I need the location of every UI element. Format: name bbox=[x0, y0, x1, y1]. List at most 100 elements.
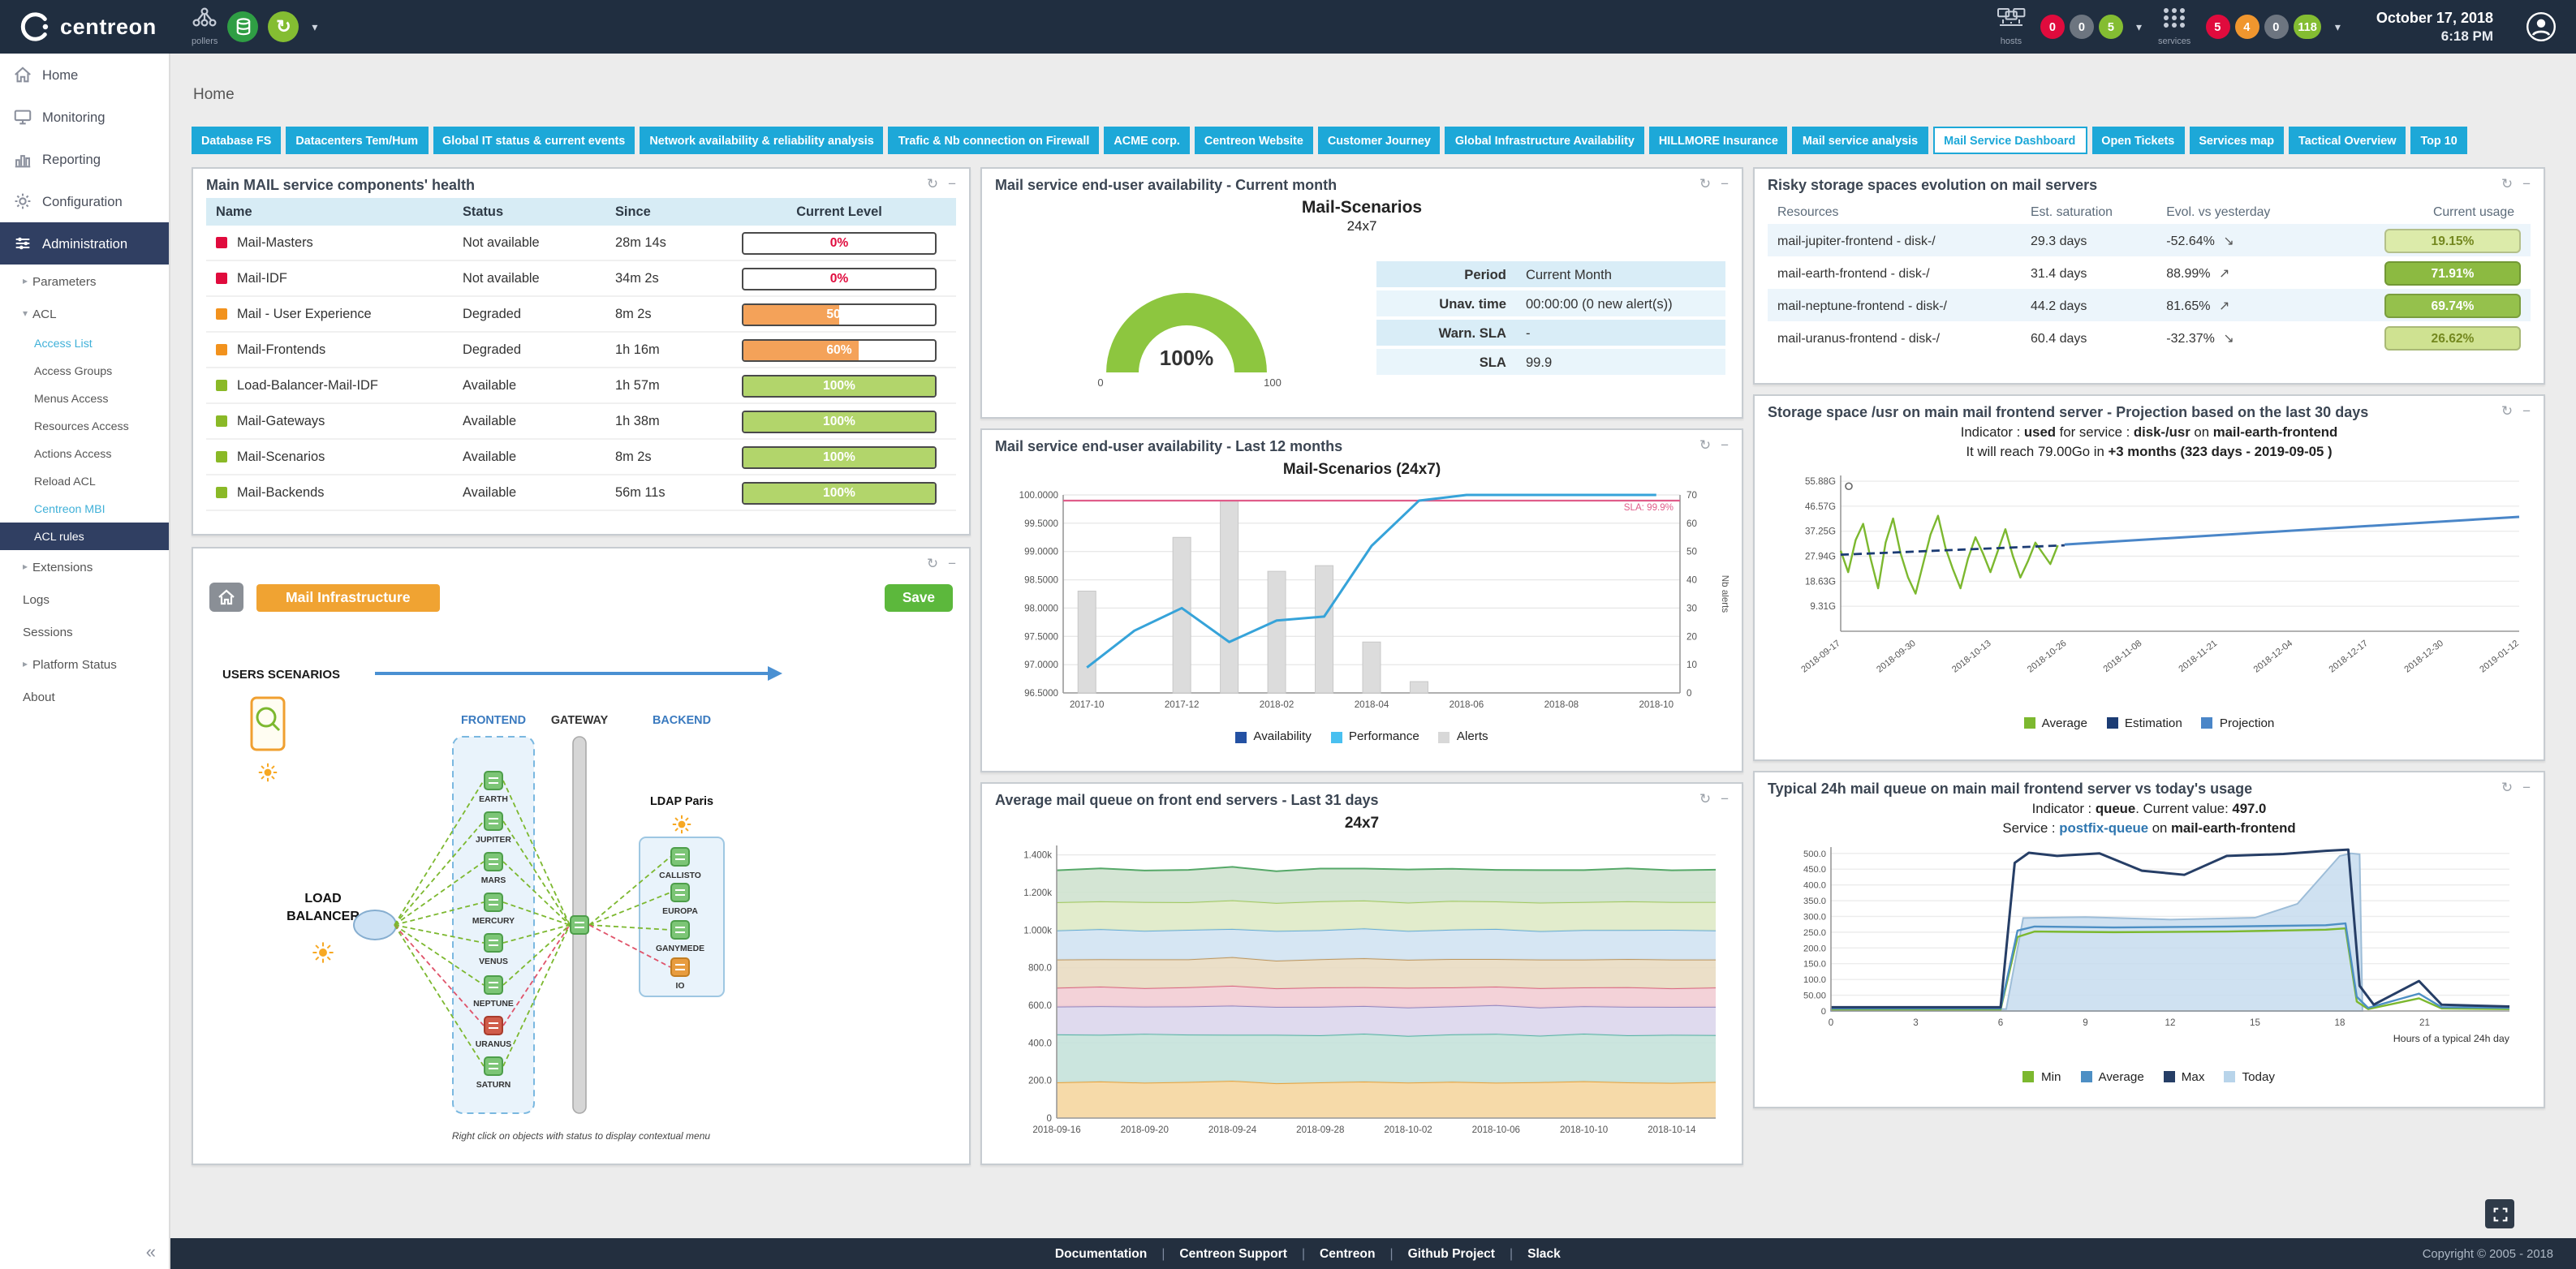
widget-title: Mail service end-user availability - Cur… bbox=[995, 176, 1337, 192]
minimize-icon[interactable]: − bbox=[2522, 175, 2531, 193]
refresh-icon[interactable]: ↻ bbox=[1699, 790, 1711, 808]
sidebar-item-acl[interactable]: ▾ACL bbox=[0, 297, 169, 329]
refresh-icon[interactable]: ↻ bbox=[2501, 779, 2513, 797]
minimize-icon[interactable]: − bbox=[948, 555, 956, 573]
minimize-icon[interactable]: − bbox=[1721, 790, 1729, 808]
tab-top-10[interactable]: Top 10 bbox=[2410, 127, 2466, 154]
health-table-row[interactable]: Mail - User ExperienceDegraded8m 2s50% bbox=[206, 296, 956, 332]
health-table-row[interactable]: Mail-MastersNot available28m 14s0% bbox=[206, 226, 956, 260]
infrastructure-diagram[interactable]: USERS SCENARIOSFRONTENDGATEWAYBACKENDLOA… bbox=[193, 623, 969, 1162]
tab-hillmore-insurance[interactable]: HILLMORE Insurance bbox=[1649, 127, 1788, 154]
refresh-icon[interactable]: ↻ bbox=[2501, 175, 2513, 193]
tab-network-availability-reliability-analysis[interactable]: Network availability & reliability analy… bbox=[640, 127, 883, 154]
sidebar-item-actions-access[interactable]: Actions Access bbox=[0, 440, 169, 467]
level-bar: 100% bbox=[742, 445, 937, 468]
user-avatar[interactable] bbox=[2526, 11, 2557, 42]
minimize-icon[interactable]: − bbox=[1721, 175, 1729, 193]
refresh-icon[interactable]: ↻ bbox=[1699, 175, 1711, 193]
tab-tactical-overview[interactable]: Tactical Overview bbox=[2289, 127, 2406, 154]
chevron-down-icon[interactable]: ▾ bbox=[312, 20, 317, 33]
tab-open-tickets[interactable]: Open Tickets bbox=[2091, 127, 2184, 154]
footer-link-documentation[interactable]: Documentation bbox=[1055, 1246, 1148, 1261]
tab-acme-corp[interactable]: ACME corp. bbox=[1104, 127, 1189, 154]
chevron-down-icon[interactable]: ▾ bbox=[2136, 20, 2142, 33]
storage-table-row[interactable]: mail-earth-frontend - disk-/31.4 days88.… bbox=[1768, 256, 2531, 289]
database-icon[interactable] bbox=[227, 11, 258, 42]
service-status-badge[interactable]: 0 bbox=[2264, 15, 2288, 39]
health-table-row[interactable]: Mail-IDFNot available34m 2s0% bbox=[206, 260, 956, 296]
service-status-badge[interactable]: 4 bbox=[2234, 15, 2259, 39]
health-table-row[interactable]: Mail-FrontendsDegraded1h 16m60% bbox=[206, 332, 956, 368]
sidebar-item-reload-acl[interactable]: Reload ACL bbox=[0, 467, 169, 495]
tab-datacenters-tem-hum[interactable]: Datacenters Tem/Hum bbox=[286, 127, 428, 154]
sidebar-item-extensions[interactable]: ▸Extensions bbox=[0, 550, 169, 583]
sidebar-item-platform-status[interactable]: ▸Platform Status bbox=[0, 647, 169, 680]
sidebar-item-label: Sessions bbox=[23, 624, 73, 639]
hosts-status[interactable]: hosts 005 ▾ bbox=[1997, 6, 2142, 47]
tab-global-it-status-current-events[interactable]: Global IT status & current events bbox=[433, 127, 635, 154]
footer-link-slack[interactable]: Slack bbox=[1527, 1246, 1561, 1261]
refresh-icon[interactable]: ↻ bbox=[927, 175, 938, 193]
minimize-icon[interactable]: − bbox=[948, 175, 956, 193]
service-status-badge[interactable]: 118 bbox=[2293, 15, 2322, 39]
service-status-badge[interactable]: 5 bbox=[2205, 15, 2229, 39]
sidebar-item-logs[interactable]: Logs bbox=[0, 583, 169, 615]
refresh-icon[interactable]: ↻ bbox=[1699, 437, 1711, 454]
health-table-row[interactable]: Load-Balancer-Mail-IDFAvailable1h 57m100… bbox=[206, 368, 956, 403]
sidebar-item-menus-access[interactable]: Menus Access bbox=[0, 385, 169, 412]
footer-link-github-project[interactable]: Github Project bbox=[1408, 1246, 1495, 1261]
minimize-icon[interactable]: − bbox=[2522, 402, 2531, 420]
tab-mail-service-analysis[interactable]: Mail service analysis bbox=[1793, 127, 1928, 154]
tab-services-map[interactable]: Services map bbox=[2189, 127, 2284, 154]
sidebar-item-access-groups[interactable]: Access Groups bbox=[0, 357, 169, 385]
sidebar-item-monitoring[interactable]: Monitoring bbox=[0, 96, 169, 138]
sidebar-item-acl-rules[interactable]: ACL rules bbox=[0, 523, 169, 550]
health-table-row[interactable]: Mail-GatewaysAvailable1h 38m100% bbox=[206, 403, 956, 439]
storage-table-row[interactable]: mail-jupiter-frontend - disk-/29.3 days-… bbox=[1768, 224, 2531, 256]
sidebar-item-centreon-mbi[interactable]: Centreon MBI bbox=[0, 495, 169, 523]
footer-link-centreon-support[interactable]: Centreon Support bbox=[1179, 1246, 1287, 1261]
svg-text:70: 70 bbox=[1686, 490, 1697, 501]
breadcrumb[interactable]: Home bbox=[193, 86, 235, 104]
save-button[interactable]: Save bbox=[885, 583, 953, 611]
home-icon[interactable] bbox=[209, 583, 243, 612]
svg-text:MARS: MARS bbox=[481, 876, 506, 885]
refresh-circle-icon[interactable]: ↻ bbox=[268, 11, 299, 42]
footer-link-centreon[interactable]: Centreon bbox=[1320, 1246, 1375, 1261]
minimize-icon[interactable]: − bbox=[1721, 437, 1729, 454]
tab-centreon-website[interactable]: Centreon Website bbox=[1195, 127, 1313, 154]
sidebar-collapse-button[interactable]: « bbox=[146, 1243, 156, 1263]
sidebar-item-parameters[interactable]: ▸Parameters bbox=[0, 265, 169, 297]
storage-table-row[interactable]: mail-uranus-frontend - disk-/60.4 days-3… bbox=[1768, 321, 2531, 354]
sidebar-item-sessions[interactable]: Sessions bbox=[0, 615, 169, 647]
tab-mail-service-dashboard[interactable]: Mail Service Dashboard bbox=[1932, 127, 2087, 154]
sidebar-item-administration[interactable]: Administration bbox=[0, 222, 169, 265]
tab-database-fs[interactable]: Database FS bbox=[192, 127, 281, 154]
sidebar-item-configuration[interactable]: Configuration bbox=[0, 180, 169, 222]
host-status-badge[interactable]: 5 bbox=[2099, 15, 2123, 39]
minimize-icon[interactable]: − bbox=[2522, 779, 2531, 797]
refresh-icon[interactable]: ↻ bbox=[927, 555, 938, 573]
sidebar-item-resources-access[interactable]: Resources Access bbox=[0, 412, 169, 440]
tab-global-infrastructure-availability[interactable]: Global Infrastructure Availability bbox=[1445, 127, 1644, 154]
sidebar-item-home[interactable]: Home bbox=[0, 54, 169, 96]
tab-trafic-nb-connection-on-firewall[interactable]: Trafic & Nb connection on Firewall bbox=[889, 127, 1100, 154]
monitoring-icon bbox=[13, 107, 32, 127]
infrastructure-label[interactable]: Mail Infrastructure bbox=[256, 583, 440, 611]
services-status[interactable]: services 540118 ▾ bbox=[2158, 6, 2341, 47]
health-table-row[interactable]: Mail-BackendsAvailable56m 11s100% bbox=[206, 475, 956, 510]
pollers-menu[interactable]: pollers ↻ ▾ bbox=[192, 6, 317, 47]
refresh-icon[interactable]: ↻ bbox=[2501, 402, 2513, 420]
sidebar-item-access-list[interactable]: Access List bbox=[0, 329, 169, 357]
fullscreen-icon[interactable] bbox=[2485, 1199, 2514, 1228]
host-status-badge[interactable]: 0 bbox=[2070, 15, 2094, 39]
health-table-row[interactable]: Mail-ScenariosAvailable8m 2s100% bbox=[206, 439, 956, 475]
centreon-logo[interactable]: centreon bbox=[19, 11, 175, 42]
host-status-badge[interactable]: 0 bbox=[2040, 15, 2065, 39]
svg-text:2017-10: 2017-10 bbox=[1070, 699, 1105, 710]
tab-customer-journey[interactable]: Customer Journey bbox=[1318, 127, 1441, 154]
sidebar-item-reporting[interactable]: Reporting bbox=[0, 138, 169, 180]
sidebar-item-about[interactable]: About bbox=[0, 680, 169, 712]
chevron-down-icon[interactable]: ▾ bbox=[2335, 20, 2341, 33]
storage-table-row[interactable]: mail-neptune-frontend - disk-/44.2 days8… bbox=[1768, 289, 2531, 321]
